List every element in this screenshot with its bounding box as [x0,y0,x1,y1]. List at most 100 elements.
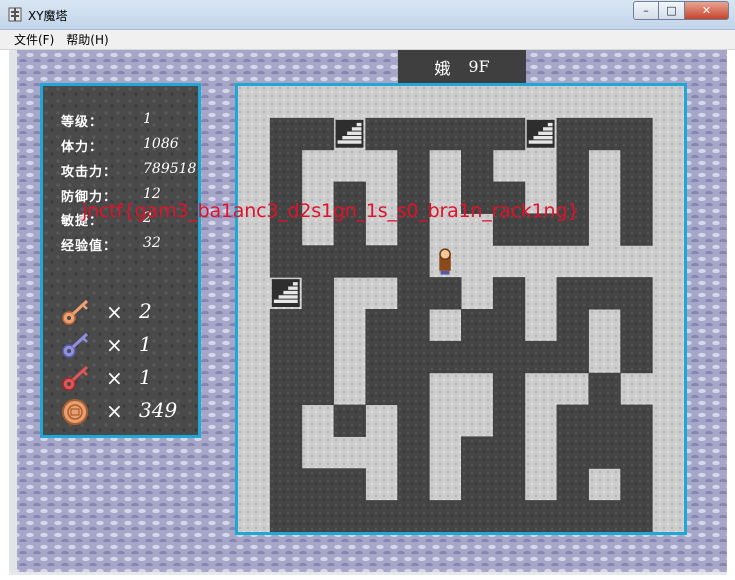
wall-tile [301,117,335,151]
stat-value: 32 [143,235,161,251]
stairs-icon[interactable] [526,119,555,148]
wall-tile [620,149,653,183]
wall-tile [556,149,589,183]
stairs-icon[interactable] [271,279,300,307]
wall-tile [556,309,589,342]
bottom-frame-strip [9,572,727,575]
wall-tile [365,372,398,406]
wall-tile [492,309,526,342]
tower-map[interactable] [235,83,687,535]
yellow-key-icon [62,299,89,325]
title-bar: XY魔塔 – □ ✕ [0,0,735,30]
wall-tile [429,277,462,310]
menu-bar: 文件(F) 帮助(H) [0,30,735,50]
wall-tile [301,500,335,532]
wall-tile [556,468,589,501]
stat-level: 等级： 1 [61,111,201,131]
wall-tile [492,404,526,437]
wall-tile [524,500,558,532]
wall-tile [301,468,335,501]
stairs-icon[interactable] [335,119,364,148]
wall-tile [269,468,303,501]
floor-level: 9F [468,57,490,76]
wall-tile [429,340,462,374]
wall-tile [397,277,430,310]
wall-tile [461,149,494,183]
stat-value: 1 [143,111,152,127]
window-title: XY魔塔 [28,9,68,23]
wall-tile [556,436,589,469]
wall-tile [461,340,494,374]
menu-help[interactable]: 帮助(H) [60,30,114,50]
wall-tile [588,117,621,151]
wall-tile [301,245,335,278]
wall-tile [333,404,366,437]
wall-tile [301,340,335,374]
wall-tile [492,277,526,310]
hero-sprite[interactable] [439,248,451,275]
wall-tile [492,372,526,406]
stat-label: 体力： [61,140,104,155]
wall-tile [588,500,621,532]
multiply-sign: × [106,399,123,423]
close-button[interactable]: ✕ [685,1,729,20]
menu-file[interactable]: 文件(F) [8,30,60,50]
wall-tile [524,340,558,374]
wall-tile [461,117,494,151]
wall-tile [365,309,398,342]
wall-tile [461,309,494,342]
wall-tile [492,340,526,374]
gold-coin-icon [62,399,88,425]
inventory-blue-key: × 1 [61,331,201,361]
red-key-icon [62,365,89,391]
wall-tile [301,277,335,310]
map-grid[interactable] [238,86,684,532]
status-panel: 等级： 1 体力： 1086 攻击力： 789518 防御力： 12 敏捷： 2… [40,83,201,438]
wall-tile [556,277,589,310]
wall-tile [620,213,653,246]
wall-tile [620,468,653,501]
wall-tile [620,181,653,214]
wall-tile [397,340,430,374]
wall-tile [301,309,335,342]
wall-tile [333,500,366,532]
wall-tile [269,404,303,437]
wall-tile [556,117,589,151]
wall-tile [397,149,430,183]
inventory-red-key: × 1 [61,364,201,394]
wall-tile [556,340,589,374]
maximize-button[interactable]: □ [659,1,685,20]
inventory-gold: × 349 [61,397,201,427]
wall-tile [620,340,653,374]
game-canvas[interactable]: 等级： 1 体力： 1086 攻击力： 789518 防御力： 12 敏捷： 2… [9,50,727,575]
wall-tile [365,245,398,278]
wall-tile [588,436,621,469]
wall-tile [333,468,366,501]
wall-tile [269,372,303,406]
stat-label: 等级： [61,115,104,130]
stat-label: 攻击力： [61,165,118,180]
multiply-sign: × [106,333,123,357]
item-count: 1 [139,365,152,389]
floor-name: 娥 [434,58,451,78]
stat-value: 789518 [143,161,197,177]
wall-tile [397,372,430,406]
minimize-button[interactable]: – [633,1,659,20]
wall-tile [461,500,494,532]
wall-tile [365,500,398,532]
wall-tile [620,436,653,469]
multiply-sign: × [106,300,123,324]
wall-tile [461,468,494,501]
stat-attack: 攻击力： 789518 [61,161,201,181]
wall-tile [588,277,621,310]
app-icon [8,7,22,22]
window-controls: – □ ✕ [633,1,729,20]
wall-tile [333,245,366,278]
stat-experience: 经验值： 32 [61,235,201,255]
wall-tile [588,404,621,437]
item-count: 2 [139,299,152,323]
wall-tile [556,500,589,532]
wall-tile [461,436,494,469]
wall-tile [397,468,430,501]
stat-label: 经验值： [61,239,118,254]
